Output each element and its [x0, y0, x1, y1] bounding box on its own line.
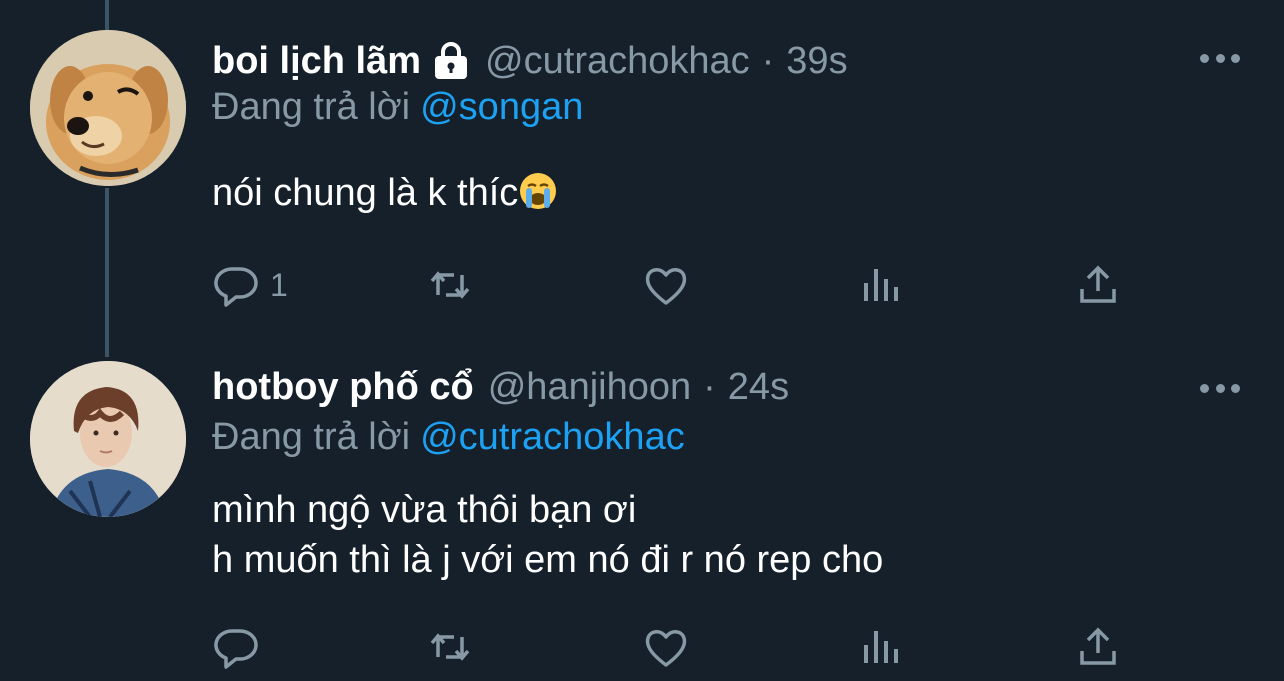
avatar[interactable]: [30, 30, 186, 186]
user-handle[interactable]: @hanjihoon: [488, 366, 691, 409]
crying-emoji-icon: [518, 171, 558, 211]
share-icon: [1080, 265, 1116, 303]
tweet-text: nói chung là k thíc: [212, 168, 558, 218]
tweet-header: boi lịch lãm @cutrachokhac · 39s: [212, 36, 848, 86]
tweet[interactable]: boi lịch lãm @cutrachokhac · 39s Đang tr…: [0, 0, 1284, 340]
replying-to-label: Đang trả lời: [212, 86, 411, 128]
avatar[interactable]: [30, 361, 186, 517]
more-icon[interactable]: [1200, 48, 1240, 68]
like-icon: [645, 630, 687, 667]
stats-icon: [864, 269, 898, 301]
tweet[interactable]: hotboy phố cổ @hanjihoon · 24s Đang trả …: [0, 340, 1284, 681]
tweet-text-line: nói chung là k thíc: [212, 172, 519, 214]
retweet-icon: [430, 271, 470, 299]
retweet-icon: [430, 633, 470, 661]
replying-to: Đang trả lời @songan: [212, 86, 583, 129]
display-name[interactable]: boi lịch lãm: [212, 40, 421, 83]
tweet-text-line: mình ngộ vừa thôi bạn ơi: [212, 489, 637, 531]
like-button[interactable]: [642, 260, 690, 310]
reply-icon: [214, 629, 258, 669]
replying-to-label: Đang trả lời: [212, 416, 411, 458]
tweet-actions: 1: [212, 260, 1132, 310]
separator-dot: ·: [761, 39, 775, 82]
share-button[interactable]: [1074, 622, 1122, 672]
tweet-text: mình ngộ vừa thôi bạn ơi h muốn thì là j…: [212, 485, 883, 585]
person-avatar-icon: [30, 361, 186, 517]
stats-button[interactable]: [858, 260, 906, 310]
share-button[interactable]: [1074, 260, 1122, 310]
tweet-actions: [212, 622, 1132, 672]
retweet-button[interactable]: [426, 622, 474, 672]
more-icon[interactable]: [1200, 378, 1240, 398]
timeline: boi lịch lãm @cutrachokhac · 39s Đang tr…: [0, 0, 1284, 681]
reply-button[interactable]: 1: [212, 260, 288, 310]
tweet-header: hotboy phố cổ @hanjihoon · 24s: [212, 362, 789, 412]
user-handle[interactable]: @cutrachokhac: [485, 40, 750, 83]
replying-to: Đang trả lời @cutrachokhac: [212, 416, 685, 459]
timestamp[interactable]: 24s: [728, 366, 789, 409]
like-button[interactable]: [642, 622, 690, 672]
share-icon: [1080, 627, 1116, 665]
tweet-text-line: h muốn thì là j với em nó đi r nó rep ch…: [212, 539, 884, 581]
replying-to-handle[interactable]: @cutrachokhac: [420, 416, 685, 458]
stats-icon: [864, 631, 898, 663]
display-name[interactable]: hotboy phố cổ: [212, 366, 474, 409]
separator-dot: ·: [703, 365, 716, 408]
lock-icon: [431, 41, 471, 81]
retweet-button[interactable]: [426, 260, 474, 310]
stats-button[interactable]: [858, 622, 906, 672]
dog-avatar-icon: [30, 30, 186, 186]
reply-button[interactable]: [212, 622, 270, 672]
reply-count: 1: [270, 266, 288, 303]
reply-icon: [214, 267, 258, 307]
timestamp[interactable]: 39s: [786, 40, 847, 83]
replying-to-handle[interactable]: @songan: [420, 86, 583, 128]
like-icon: [645, 268, 687, 305]
